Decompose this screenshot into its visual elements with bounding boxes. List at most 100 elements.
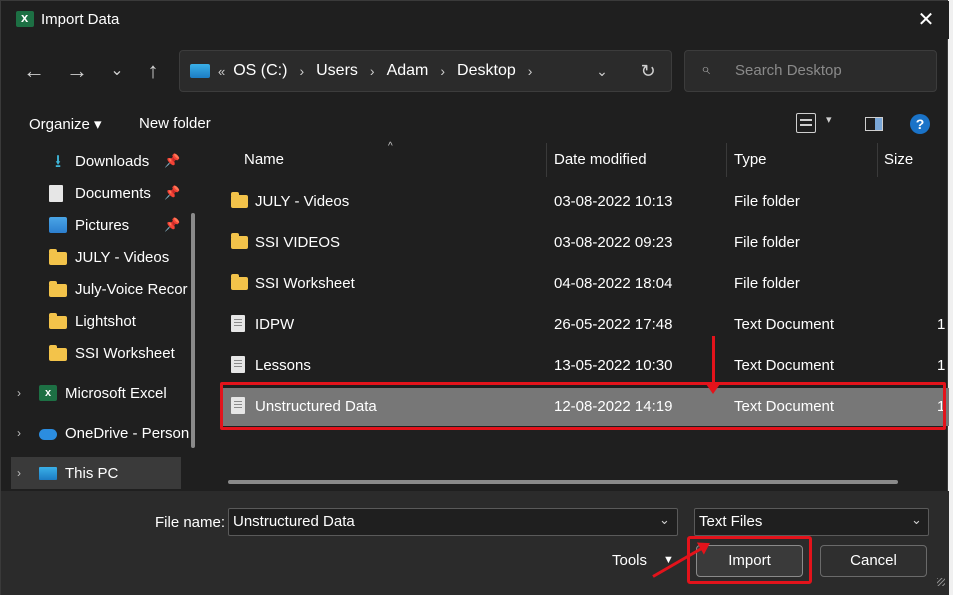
sidebar-item-downloads[interactable]: ⭳ Downloads 📌 [1, 145, 197, 177]
sidebar-item-this-pc[interactable]: › This PC [11, 457, 181, 489]
breadcrumb-adam[interactable]: Adam [387, 62, 429, 80]
file-row[interactable]: SSI Worksheet 04-08-2022 18:04 File fold… [223, 265, 949, 303]
file-row[interactable]: IDPW 26-05-2022 17:48 Text Document 1 [223, 306, 949, 344]
chevrons-icon: « [218, 63, 226, 79]
sidebar-item-lightshot[interactable]: Lightshot [1, 305, 197, 337]
refresh-button[interactable]: ↻ [633, 51, 663, 91]
horizontal-scrollbar[interactable] [228, 480, 898, 484]
file-type: Text Document [734, 316, 835, 333]
window-title: Import Data [41, 11, 120, 28]
this-pc-icon [39, 466, 57, 480]
file-row-selected[interactable]: Unstructured Data 12-08-2022 14:19 Text … [223, 388, 949, 426]
file-name: JULY - Videos [255, 193, 350, 210]
text-document-icon [231, 356, 245, 373]
column-header-date[interactable]: Date modified [554, 151, 647, 168]
folder-icon [49, 312, 67, 329]
sort-ascending-icon: ^ [388, 141, 393, 152]
column-header-size[interactable]: Size [884, 151, 913, 168]
sidebar-item-ssi-worksheet[interactable]: SSI Worksheet [1, 337, 197, 369]
search-box[interactable]: ⌕ Search Desktop [684, 50, 937, 92]
sidebar-item-label: Downloads [75, 152, 150, 170]
address-dropdown-button[interactable]: ⌄ [588, 51, 616, 91]
sidebar-item-label: Microsoft Excel [65, 384, 167, 402]
file-date: 03-08-2022 10:13 [554, 193, 673, 210]
file-size: 1 [937, 316, 946, 333]
pin-icon: 📌 [164, 153, 181, 168]
organize-button[interactable]: Organize ▾ [29, 115, 102, 133]
sidebar-item-label: JULY - Videos [75, 248, 170, 266]
sidebar-item-pictures[interactable]: Pictures 📌 [1, 209, 197, 241]
search-input[interactable]: Search Desktop [735, 62, 842, 79]
file-type: File folder [734, 193, 800, 210]
column-divider[interactable] [726, 143, 727, 177]
breadcrumb-os[interactable]: OS (C:) [233, 62, 287, 80]
column-divider[interactable] [877, 143, 878, 177]
back-button[interactable]: ← [18, 53, 50, 89]
excel-icon: x [39, 385, 57, 401]
file-row[interactable]: JULY - Videos 03-08-2022 10:13 File fold… [223, 183, 949, 221]
sidebar-item-documents[interactable]: Documents 📌 [1, 177, 197, 209]
up-button[interactable]: ↑ [137, 53, 169, 89]
pin-icon: 📌 [164, 185, 181, 200]
cancel-button[interactable]: Cancel [820, 545, 927, 577]
column-header-name[interactable]: Name [244, 151, 284, 168]
file-date: 03-08-2022 09:23 [554, 234, 673, 251]
folder-icon [49, 344, 67, 361]
folder-icon [231, 192, 248, 208]
column-header-type[interactable]: Type [734, 151, 767, 168]
sidebar-scrollbar[interactable] [191, 213, 195, 448]
expand-icon[interactable]: › [17, 466, 21, 480]
breadcrumb-users[interactable]: Users [316, 62, 358, 80]
sidebar-item-july-voice[interactable]: July-Voice Recor [1, 273, 197, 305]
expand-icon[interactable]: › [17, 426, 21, 440]
column-divider[interactable] [546, 143, 547, 177]
download-icon: ⭳ [54, 151, 62, 171]
command-bar: Organize ▾ New folder ▾ ? [1, 103, 949, 143]
address-bar[interactable]: « OS (C:) › Users › Adam › Desktop › ⌄ ↻ [179, 50, 672, 92]
file-type: File folder [734, 275, 800, 292]
pin-icon: 📌 [164, 217, 181, 232]
file-name-field[interactable]: Unstructured Data ⌄ [228, 508, 678, 536]
sidebar-item-label: This PC [65, 464, 119, 482]
file-date: 26-05-2022 17:48 [554, 316, 673, 333]
file-row[interactable]: Lessons 13-05-2022 10:30 Text Document 1 [223, 347, 949, 385]
navigation-pane: ⭳ Downloads 📌 Documents 📌 Pictures 📌 JUL… [1, 143, 201, 491]
help-icon[interactable]: ? [910, 114, 930, 134]
sidebar-item-label: July-Voice Recor [75, 280, 188, 298]
close-button[interactable]: ✕ [906, 3, 946, 37]
file-name-label: File name: [155, 514, 226, 531]
file-size: 1 [937, 398, 946, 415]
folder-icon [49, 248, 67, 265]
folder-icon [49, 280, 67, 297]
tools-button[interactable]: Tools [612, 552, 647, 569]
file-name: SSI Worksheet [255, 275, 355, 292]
file-row[interactable]: SSI VIDEOS 03-08-2022 09:23 File folder [223, 224, 949, 262]
recent-locations-button[interactable]: ⌄ [101, 53, 133, 89]
chevron-down-icon[interactable]: ⌄ [911, 512, 922, 528]
breadcrumb-desktop[interactable]: Desktop [457, 62, 516, 80]
sidebar-item-onedrive[interactable]: › OneDrive - Person [1, 417, 197, 449]
excel-icon [16, 10, 34, 27]
sidebar-item-july-videos[interactable]: JULY - Videos [1, 241, 197, 273]
import-data-dialog: Import Data ✕ ← → ⌄ ↑ « OS (C:) › Users … [0, 0, 949, 595]
sidebar-item-microsoft-excel[interactable]: › x Microsoft Excel [1, 377, 197, 409]
text-document-icon [231, 315, 245, 332]
pictures-icon [49, 217, 67, 233]
sidebar-item-label: Lightshot [75, 312, 136, 330]
folder-icon [231, 274, 248, 290]
resize-grip[interactable] [937, 578, 945, 586]
onedrive-icon [39, 429, 57, 440]
forward-button[interactable]: → [61, 53, 93, 89]
file-type-select[interactable]: Text Files ⌄ [694, 508, 929, 536]
view-dropdown-icon[interactable]: ▾ [826, 113, 832, 126]
file-type: Text Document [734, 357, 835, 374]
expand-icon[interactable]: › [17, 386, 21, 400]
new-folder-button[interactable]: New folder [139, 115, 211, 132]
view-options-icon[interactable] [796, 113, 816, 133]
chevron-down-icon[interactable]: ⌄ [659, 512, 670, 528]
preview-pane-icon[interactable] [865, 117, 883, 131]
file-name-value: Unstructured Data [233, 513, 355, 530]
file-size: 1 [937, 357, 946, 374]
file-name: Lessons [255, 357, 311, 374]
breadcrumb: « OS (C:) › Users › Adam › Desktop › [190, 51, 544, 91]
